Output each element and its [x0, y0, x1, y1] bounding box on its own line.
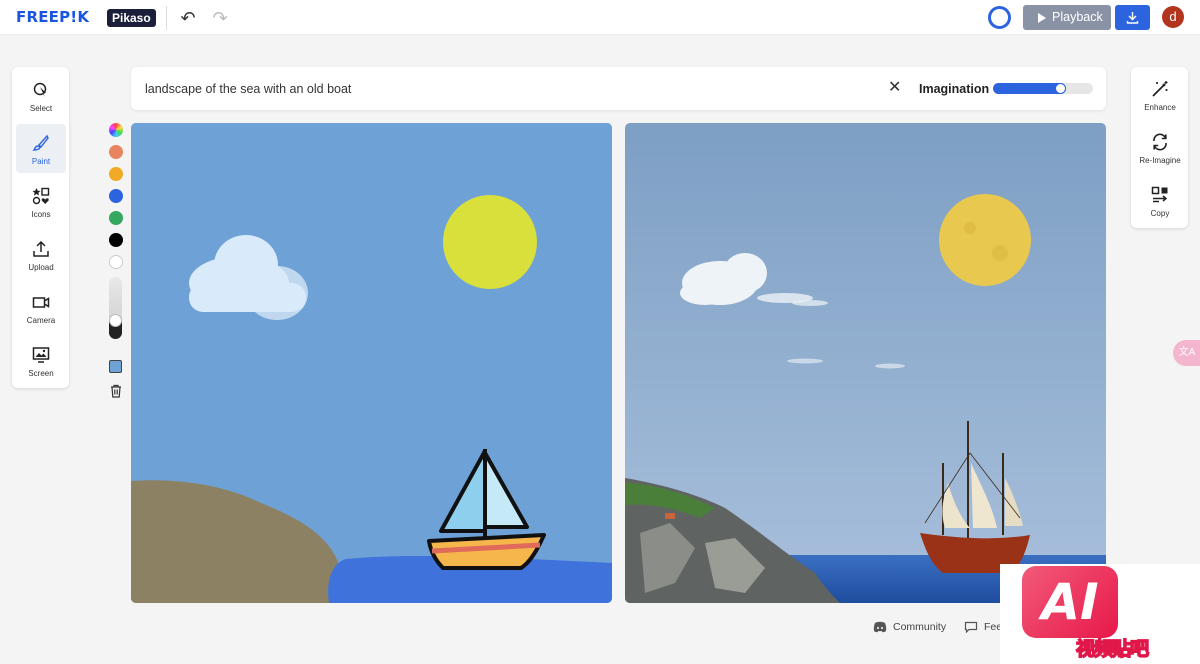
tool-camera[interactable]: Camera — [16, 283, 66, 332]
copy-icon — [1151, 186, 1168, 203]
brush-size-knob[interactable] — [109, 314, 122, 327]
tool-reimagine[interactable]: Re-Imagine — [1135, 124, 1185, 173]
sketch-sun — [443, 195, 537, 289]
undo-icon[interactable]: ↶ — [178, 9, 198, 27]
shapes-icon — [32, 187, 50, 205]
imagination-label: Imagination — [919, 82, 990, 96]
tool-select[interactable]: Select — [16, 71, 66, 120]
download-button[interactable] — [1115, 5, 1150, 30]
color-swatch-coral[interactable] — [109, 145, 123, 159]
color-swatch-black[interactable] — [109, 233, 123, 247]
feedback-link[interactable]: Fee — [964, 621, 1002, 634]
color-swatch-blue[interactable] — [109, 189, 123, 203]
clear-prompt-icon[interactable]: ✕ — [888, 79, 901, 97]
left-toolbar: Select Paint Icons Upload Camera Screen — [12, 67, 69, 388]
community-label: Community — [893, 621, 947, 633]
watermark-text: 视频贴吧 — [1075, 637, 1150, 661]
tool-label: Enhance — [1144, 103, 1176, 112]
tool-label: Upload — [28, 263, 54, 272]
tool-label: Icons — [31, 210, 51, 219]
canvas-background-button[interactable] — [109, 360, 122, 373]
imagination-knob[interactable] — [1055, 83, 1066, 94]
result-moon — [939, 194, 1031, 286]
tool-label: Select — [29, 104, 53, 113]
feedback-icon — [964, 622, 978, 634]
brush-icon — [32, 134, 49, 151]
watermark: AI 视频贴吧 — [1000, 564, 1200, 664]
freepik-logo[interactable]: FREEP!K — [16, 8, 89, 26]
divider — [166, 6, 167, 30]
camera-icon — [32, 297, 50, 308]
playback-button[interactable]: Playback — [1023, 5, 1111, 30]
download-icon — [1126, 12, 1139, 24]
tool-paint[interactable]: Paint — [16, 124, 66, 173]
color-swatch-white[interactable] — [109, 255, 123, 269]
color-swatch-orange[interactable] — [109, 167, 123, 181]
tool-enhance[interactable]: Enhance — [1135, 71, 1185, 120]
translate-icon[interactable]: 文A — [1173, 340, 1200, 366]
right-toolbar: Enhance Re-Imagine Copy — [1131, 67, 1188, 228]
trash-icon[interactable] — [109, 384, 123, 398]
tool-label: Paint — [31, 157, 51, 166]
tool-copy[interactable]: Copy — [1135, 177, 1185, 226]
tool-label: Screen — [28, 369, 54, 378]
playback-label: Playback — [1052, 10, 1103, 24]
avatar[interactable]: d — [1162, 6, 1184, 28]
tool-label: Re-Imagine — [1139, 156, 1181, 165]
pointer-icon — [33, 82, 47, 97]
color-swatch-green[interactable] — [109, 211, 123, 225]
tool-label: Copy — [1150, 209, 1170, 218]
community-link[interactable]: Community — [873, 621, 946, 633]
discord-icon — [873, 622, 887, 633]
top-bar: FREEP!K Pikaso ↶ ↷ Playback d — [0, 0, 1200, 35]
prompt-input[interactable]: landscape of the sea with an old boat — [145, 82, 351, 96]
color-picker-rainbow[interactable] — [109, 123, 123, 137]
tool-icons[interactable]: Icons — [16, 177, 66, 226]
brush-size-slider[interactable] — [109, 277, 122, 339]
tool-label: Camera — [26, 316, 56, 325]
play-icon — [1038, 13, 1046, 23]
refresh-icon — [1153, 133, 1167, 151]
prompt-bar: landscape of the sea with an old boat ✕ … — [131, 67, 1106, 110]
imagination-slider[interactable] — [993, 83, 1093, 94]
result-painting — [625, 123, 1106, 603]
tool-upload[interactable]: Upload — [16, 230, 66, 279]
pikaso-badge: Pikaso — [107, 9, 156, 27]
magic-wand-icon — [1152, 81, 1168, 97]
watermark-ai-badge: AI — [1022, 566, 1118, 638]
upload-icon — [33, 240, 49, 257]
tool-screen[interactable]: Screen — [16, 336, 66, 385]
drawing-canvas[interactable] — [131, 123, 612, 603]
sketch-drawing — [131, 123, 612, 603]
live-mode-circle-button[interactable] — [988, 6, 1011, 29]
redo-icon[interactable]: ↷ — [210, 9, 230, 27]
screen-icon — [32, 347, 50, 363]
generated-image — [625, 123, 1106, 603]
